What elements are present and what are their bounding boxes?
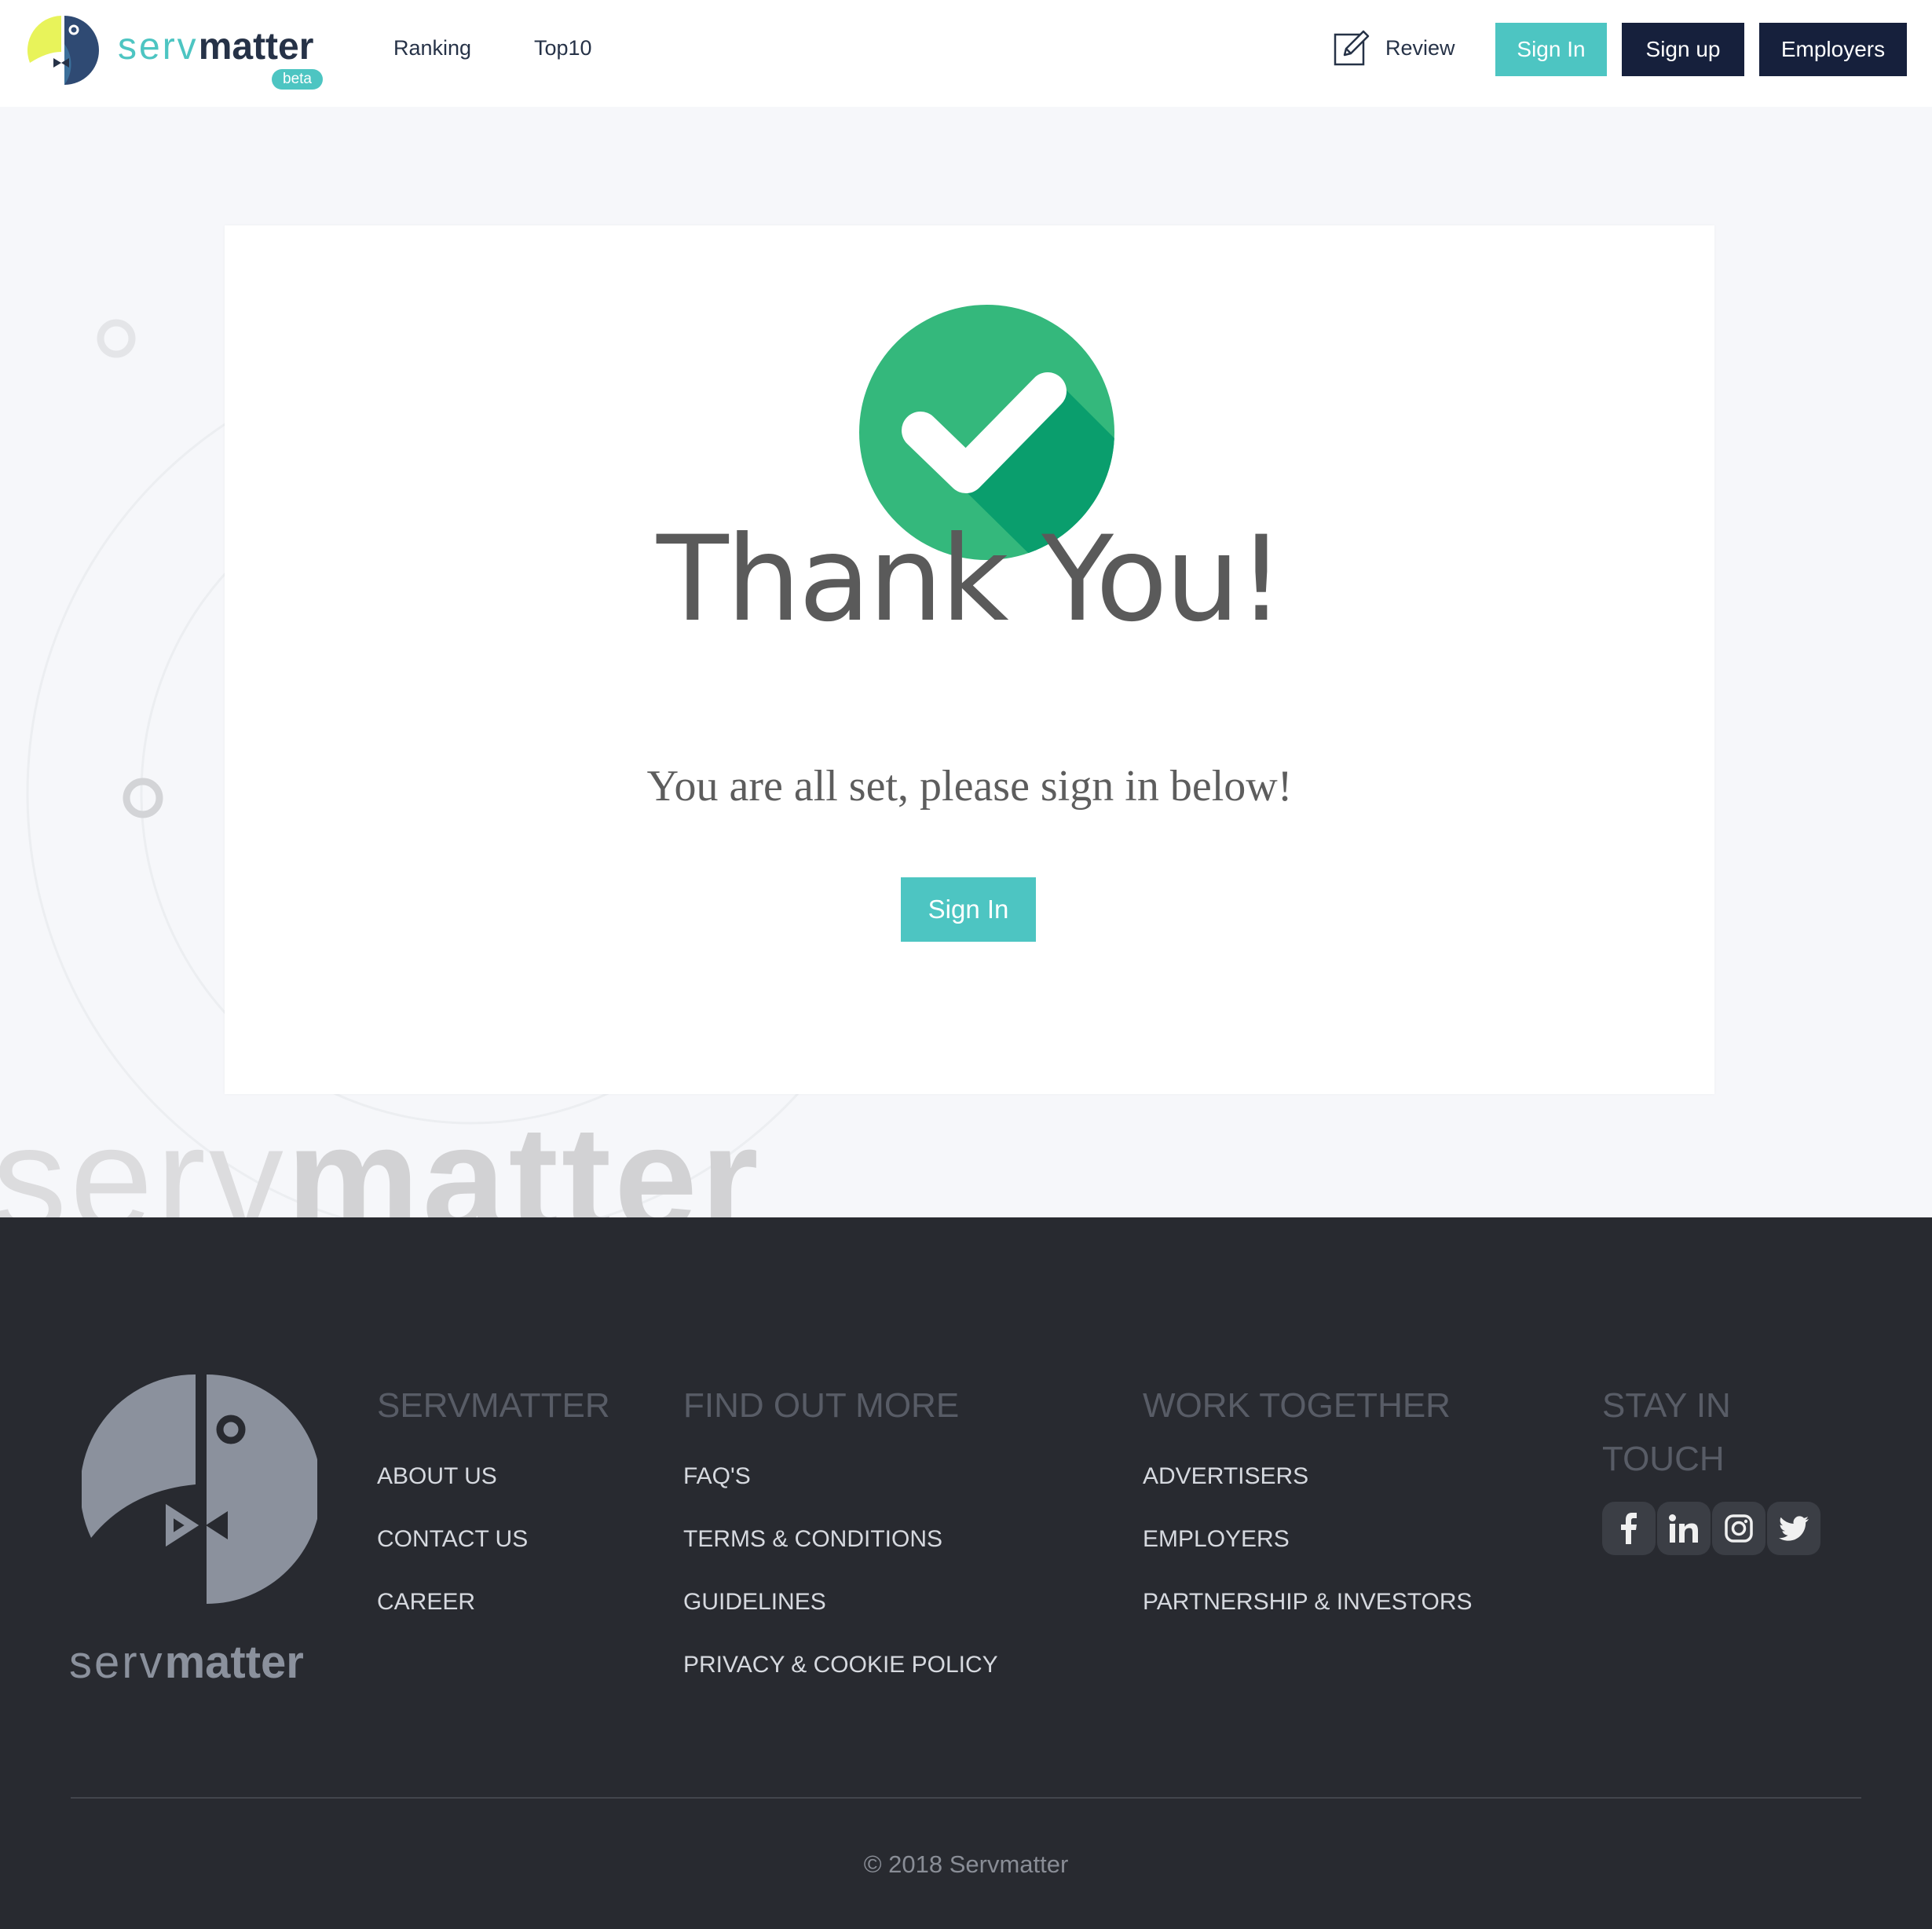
instagram-icon[interactable] [1712,1502,1766,1555]
header-employers-button[interactable]: Employers [1759,23,1907,76]
review-link[interactable]: Review [1334,30,1455,66]
confirmation-subtitle: You are all set, please sign in below! [646,762,1293,811]
thank-you-heading: Thank You! [657,511,1285,648]
footer-link-partnership-investors[interactable]: PARTNERSHIP & INVESTORS [1143,1571,1473,1634]
footer-link-advertisers[interactable]: ADVERTISERS [1143,1445,1473,1508]
review-label: Review [1385,35,1455,60]
site-footer: servmatter SERVMATTER ABOUT US CONTACT U… [0,1217,1932,1929]
nav-ranking[interactable]: Ranking [393,36,471,60]
facebook-icon[interactable] [1602,1502,1656,1555]
watermark-logo-text: servmatter [0,1104,762,1217]
social-links [1602,1502,1820,1555]
top-header: servmatter beta Ranking Top10 Review Sig… [0,0,1932,107]
nav-top10[interactable]: Top10 [534,36,592,60]
footer-heading-stay-in-touch-line2: TOUCH [1602,1440,1725,1478]
logo-word-serv: serv [118,26,199,68]
edit-icon [1334,30,1370,66]
footer-heading-find-out-more: FIND OUT MORE [683,1386,960,1425]
footer-heading-stay-in-touch: STAY IN TOUCH [1602,1379,1820,1486]
footer-link-terms-conditions[interactable]: TERMS & CONDITIONS [683,1508,998,1571]
beta-badge: beta [272,69,323,90]
footer-column-find-out-more: FIND OUT MORE FAQ'S TERMS & CONDITIONS G… [683,1379,998,1709]
linkedin-icon[interactable] [1657,1502,1711,1555]
confirmation-card: Thank You! You are all set, please sign … [225,225,1714,1094]
servmatter-logo-icon [27,16,99,85]
logo-word-matter: matter [198,26,314,68]
header-sign-in-button[interactable]: Sign In [1495,23,1607,76]
footer-heading-servmatter: SERVMATTER [377,1386,610,1425]
twitter-icon[interactable] [1767,1502,1820,1555]
footer-heading-stay-in-touch-line1: STAY IN [1602,1386,1731,1425]
footer-logo-word-matter: matter [164,1637,304,1688]
footer-link-faqs[interactable]: FAQ'S [683,1445,998,1508]
footer-link-privacy-cookie-policy[interactable]: PRIVACY & COOKIE POLICY [683,1634,998,1697]
footer-link-about-us[interactable]: ABOUT US [377,1445,610,1508]
footer-link-employers[interactable]: EMPLOYERS [1143,1508,1473,1571]
footer-logo-word-serv: serv [69,1637,165,1688]
footer-divider [71,1797,1861,1799]
footer-column-stay-in-touch: STAY IN TOUCH [1602,1379,1820,1555]
footer-link-career[interactable]: CAREER [377,1571,610,1634]
copyright-text: © 2018 Servmatter [863,1850,1069,1878]
footer-link-guidelines[interactable]: GUIDELINES [683,1571,998,1634]
footer-link-contact-us[interactable]: CONTACT US [377,1508,610,1571]
footer-heading-work-together: WORK TOGETHER [1143,1386,1451,1425]
footer-logo-icon [82,1374,317,1604]
footer-column-servmatter: SERVMATTER ABOUT US CONTACT US CAREER [377,1379,610,1646]
watermark-word-serv: serv [0,1096,287,1217]
card-sign-in-button[interactable]: Sign In [901,877,1036,942]
footer-logo-wordmark: servmatter [69,1640,304,1686]
servmatter-logo[interactable]: servmatter beta [24,13,338,91]
header-sign-up-button[interactable]: Sign up [1622,23,1744,76]
watermark-word-matter: matter [286,1096,762,1217]
logo-wordmark: servmatter [118,28,313,66]
footer-column-work-together: WORK TOGETHER ADVERTISERS EMPLOYERS PART… [1143,1379,1473,1646]
